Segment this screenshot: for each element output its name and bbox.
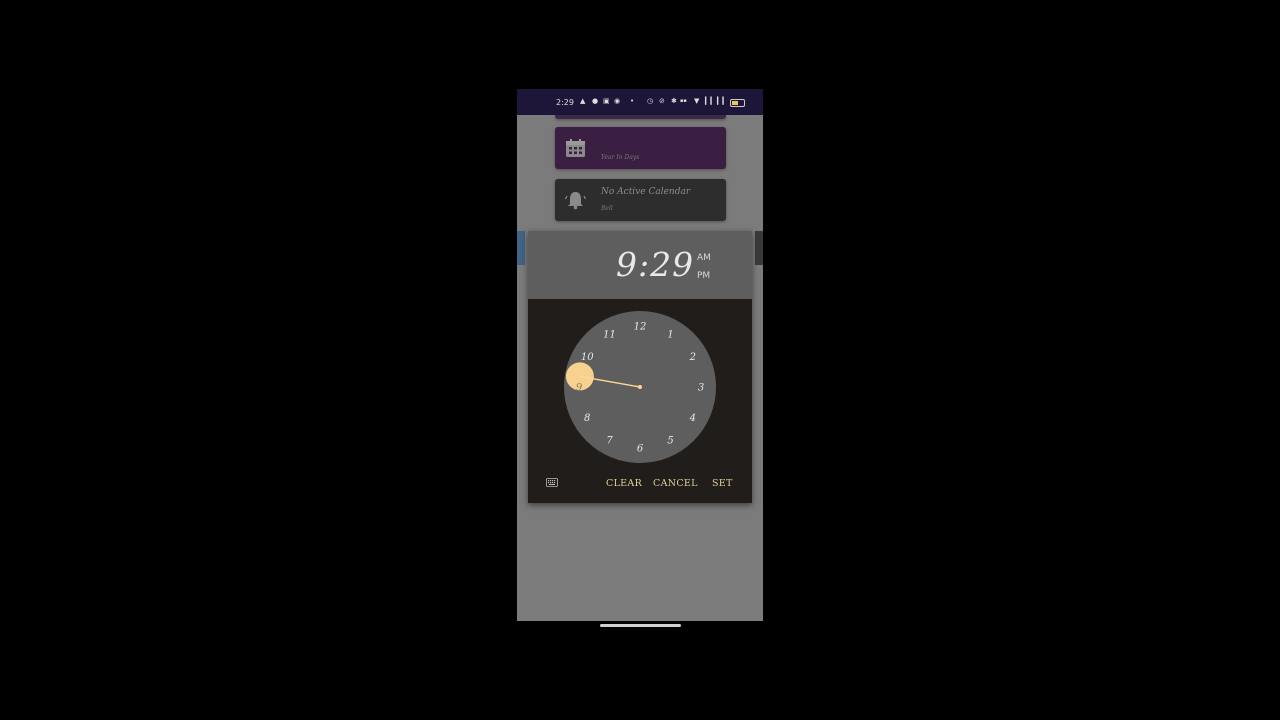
clear-button[interactable]: CLEAR [606,478,642,489]
clock-number[interactable]: 6 [637,444,644,455]
clock-number[interactable]: 11 [603,330,616,341]
set-button[interactable]: SET [712,478,733,489]
time-picker-dialog: 9:29 AM PM 12 1 2 3 4 5 6 7 8 9 10 11 CLEAR CANCEL … [528,231,752,503]
time-separator: : [638,245,651,284]
cancel-button[interactable]: CANCEL [653,478,698,489]
clock-number[interactable]: 2 [689,352,696,363]
whatsapp-icon: ◉ [614,97,621,105]
clock-number[interactable]: 7 [606,435,613,446]
signal-icon: ▎▎ [705,97,716,105]
card-subtitle: Year In Days [601,154,640,161]
keyboard-icon[interactable] [546,478,558,487]
status-time: 2:29 [556,98,574,107]
previous-card [555,115,726,119]
background-edge [755,231,763,265]
home-indicator[interactable] [600,624,681,627]
data-icon: ▪▪ [680,98,687,104]
battery-icon [730,99,745,107]
calendar-icon [566,139,585,157]
clock-number[interactable]: 12 [634,322,647,333]
dot-icon: • [630,97,635,105]
clock-number[interactable]: 10 [581,352,594,363]
minute-display[interactable]: 29 [650,245,694,284]
selected-time: 9:29 [616,245,694,284]
alarm-icon: ◷ [647,97,654,105]
instagram-icon: ▣ [603,97,610,105]
card-title: No Active Calendar [601,187,691,197]
signal-icon: ▎▎ [717,97,728,105]
hour-display[interactable]: 9 [616,245,638,284]
status-bar: 2:29 ▲ ● ▣ ◉ • ◷ ⊘ ✱ ▪▪ ▼ ▎▎ ▎▎ [517,89,763,115]
card-year-in-days[interactable]: Year In Days [555,127,726,169]
background-edge [517,231,525,265]
clock-number[interactable]: 8 [584,413,590,424]
clock-face[interactable]: 121234567891011 [564,311,716,463]
chat-icon: ● [592,97,599,105]
phone-screen: 2:29 ▲ ● ▣ ◉ • ◷ ⊘ ✱ ▪▪ ▼ ▎▎ ▎▎ Year In … [517,89,763,621]
am-toggle[interactable]: AM [697,253,711,263]
bell-icon [565,192,586,210]
pm-toggle[interactable]: PM [697,271,710,281]
bell-icon: ▲ [580,97,586,105]
card-no-active-calendar[interactable]: No Active Calendar Bell [555,179,726,221]
mute-icon: ⊘ [659,97,665,105]
bluetooth-icon: ✱ [671,97,677,105]
clock-center-dot [638,385,642,389]
card-subtitle: Bell [601,205,613,212]
wifi-icon: ▼ [694,97,700,105]
clock-number[interactable]: 1 [667,330,673,341]
clock-number[interactable]: 5 [667,435,673,446]
time-picker-header: 9:29 AM PM [528,231,752,299]
clock-number[interactable]: 9 [576,383,583,394]
clock-number[interactable]: 4 [689,413,696,424]
clock-number[interactable]: 3 [698,383,704,394]
